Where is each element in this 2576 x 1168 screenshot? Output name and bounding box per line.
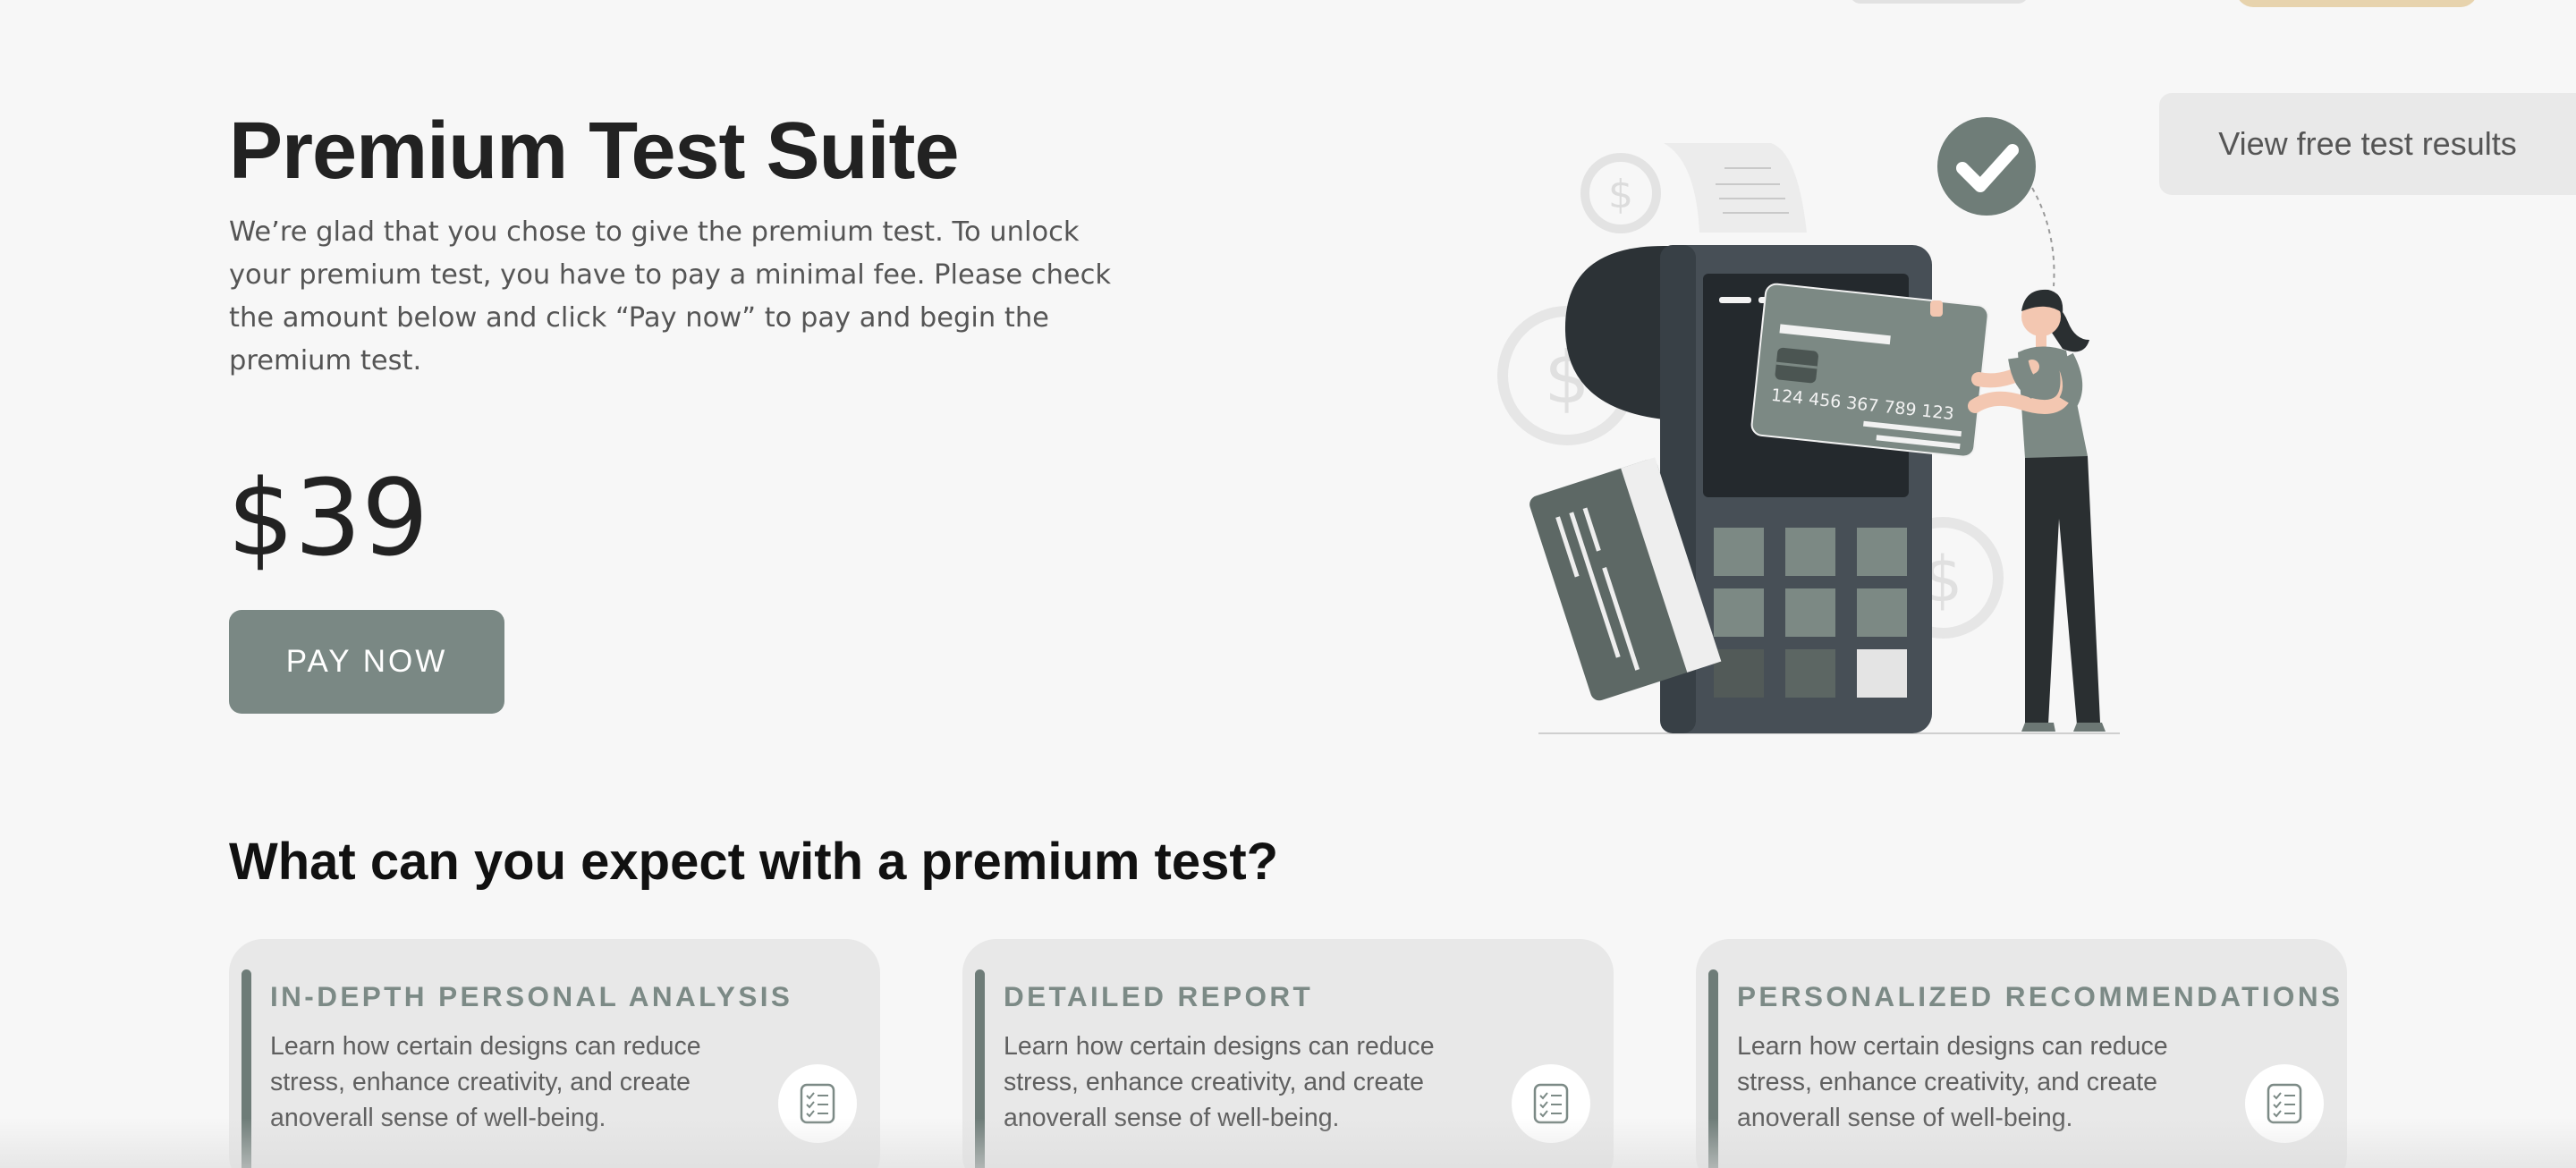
feature-card-title: IN-DEPTH PERSONAL ANALYSIS: [270, 980, 793, 1012]
feature-card-description: Learn how certain designs can reduce str…: [1004, 1032, 1435, 1132]
feature-card-recommendations: PERSONALIZED RECOMMENDATIONS Learn how c…: [1696, 939, 2347, 1168]
feature-card-title: PERSONALIZED RECOMMENDATIONS: [1737, 980, 2343, 1012]
payment-terminal-illustration: $ $ $ 124 456 367 789 123: [1497, 117, 2120, 734]
feature-card-report: DETAILED REPORT Learn how certain design…: [962, 939, 1614, 1168]
check-circle-icon: [1937, 117, 2036, 216]
dollar-coin-icon: $: [1580, 153, 1661, 233]
card-accent-bar: [975, 969, 985, 1168]
feature-card-description: Learn how certain designs can reduce str…: [1737, 1032, 2168, 1132]
features-title: What can you expect with a premium test?: [229, 833, 1279, 891]
feature-card-description: Learn how certain designs can reduce str…: [270, 1032, 701, 1132]
feature-card-analysis: IN-DEPTH PERSONAL ANALYSIS Learn how cer…: [229, 939, 880, 1168]
svg-text:$: $: [1608, 172, 1633, 217]
feature-card-title: DETAILED REPORT: [1004, 980, 1314, 1012]
checklist-icon: [1512, 1064, 1590, 1143]
intro-text: We’re glad that you chose to give the pr…: [229, 216, 1112, 377]
top-nav-action-pill[interactable]: [2236, 0, 2478, 7]
checklist-icon: [2245, 1064, 2324, 1143]
credit-card-icon: 124 456 367 789 123: [1750, 283, 1989, 458]
page-title: Premium Test Suite: [229, 106, 960, 196]
view-free-results-button[interactable]: View free test results: [2159, 93, 2576, 195]
price-amount: $39: [227, 456, 429, 580]
top-nav-pill[interactable]: [1850, 0, 2029, 4]
card-accent-bar: [1708, 969, 1718, 1168]
card-accent-bar: [242, 969, 251, 1168]
pay-now-button[interactable]: PAY NOW: [229, 610, 504, 714]
checklist-icon: [778, 1064, 857, 1143]
